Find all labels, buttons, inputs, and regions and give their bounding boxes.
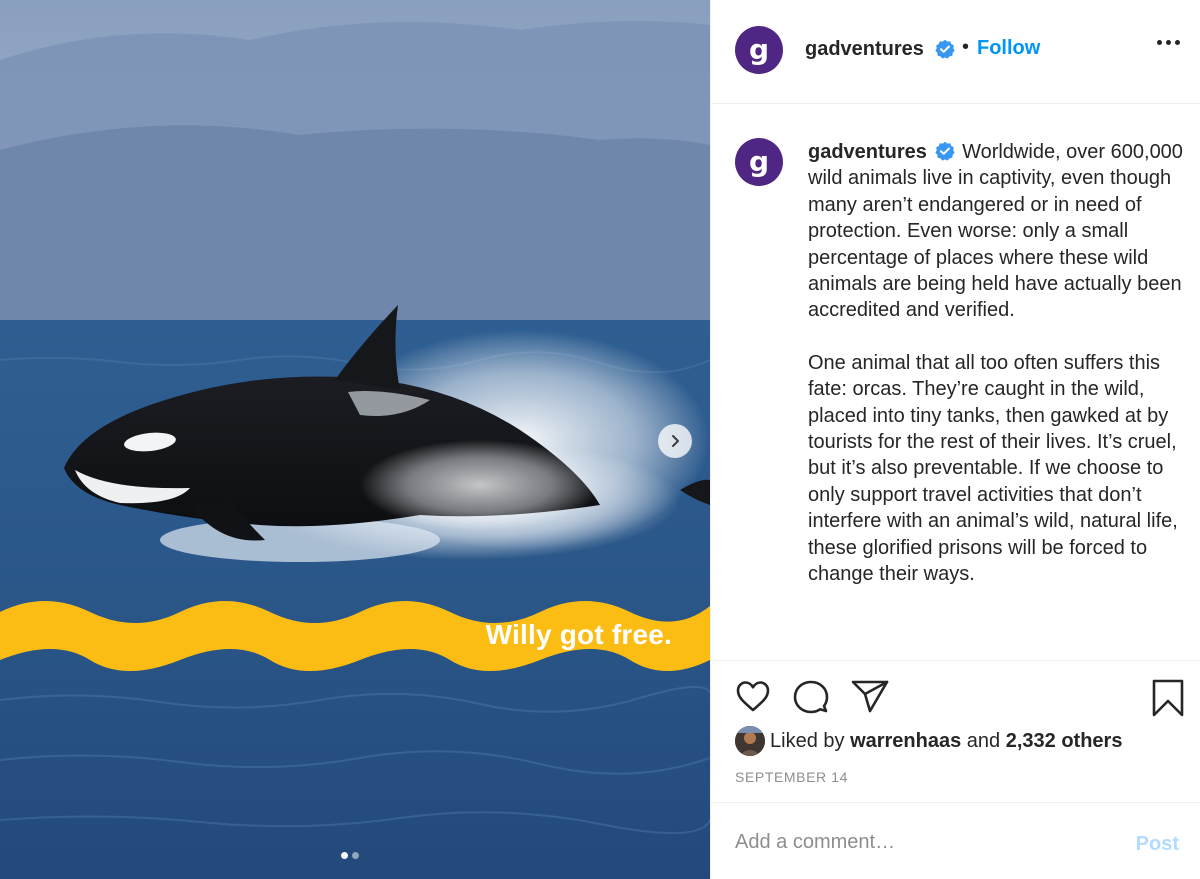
caption-paragraph: Worldwide, over 600,000 wild animals liv… bbox=[808, 141, 1183, 322]
username-link[interactable]: gadventures bbox=[805, 38, 924, 61]
post-date[interactable]: SEPTEMBER 14 bbox=[735, 769, 848, 785]
verified-badge-icon bbox=[934, 141, 955, 161]
comment-icon[interactable] bbox=[793, 679, 829, 715]
verified-badge-icon bbox=[935, 39, 955, 59]
avatar-logo-letter: g bbox=[748, 33, 770, 66]
caption-paragraph: One animal that all too often suffers th… bbox=[808, 351, 1178, 586]
follow-button[interactable]: Follow bbox=[977, 37, 1040, 60]
post-comment-button[interactable]: Post bbox=[1136, 833, 1179, 856]
liked-by-user-link[interactable]: warrenhaas bbox=[850, 730, 961, 753]
likes-count-link[interactable]: 2,332 others bbox=[1006, 730, 1123, 753]
liker-photo bbox=[735, 726, 765, 756]
more-options-icon[interactable] bbox=[1157, 40, 1180, 45]
avatar[interactable]: g bbox=[735, 26, 783, 74]
overlay-caption: Willy got free. bbox=[485, 619, 672, 650]
carousel-dot bbox=[341, 852, 348, 859]
bookmark-icon[interactable] bbox=[1151, 679, 1185, 717]
comment-input[interactable] bbox=[735, 831, 1115, 854]
post-actions: Liked by warrenhaas and 2,332 others SEP… bbox=[711, 660, 1200, 802]
likes-summary: Liked by warrenhaas and 2,332 others bbox=[735, 726, 1122, 756]
post-side-panel: g gadventures • Follow g gadventures Wor… bbox=[710, 0, 1200, 879]
heart-icon[interactable] bbox=[735, 679, 771, 715]
carousel-dot bbox=[352, 852, 359, 859]
avatar-logo-letter: g bbox=[748, 145, 770, 178]
chevron-right-icon bbox=[672, 435, 679, 447]
avatar[interactable]: g bbox=[735, 138, 783, 186]
comment-bar: Post bbox=[711, 802, 1200, 879]
liker-avatar[interactable] bbox=[735, 726, 765, 756]
caption-username-link[interactable]: gadventures bbox=[808, 141, 927, 163]
carousel-indicator bbox=[341, 852, 359, 859]
post-header: g gadventures • Follow bbox=[711, 0, 1200, 104]
post-caption: gadventures Worldwide, over 600,000 wild… bbox=[808, 139, 1188, 614]
share-icon[interactable] bbox=[851, 679, 889, 715]
separator-dot: • bbox=[962, 36, 970, 58]
carousel-next-button[interactable] bbox=[658, 424, 692, 458]
orca-photo bbox=[0, 0, 710, 879]
post-media[interactable]: Willy got free. bbox=[0, 0, 710, 879]
liked-by-prefix: Liked by bbox=[770, 729, 845, 752]
action-icon-row bbox=[735, 679, 1187, 717]
caption-area: g gadventures Worldwide, over 600,000 wi… bbox=[711, 104, 1200, 660]
liked-by-and: and bbox=[966, 729, 1001, 752]
